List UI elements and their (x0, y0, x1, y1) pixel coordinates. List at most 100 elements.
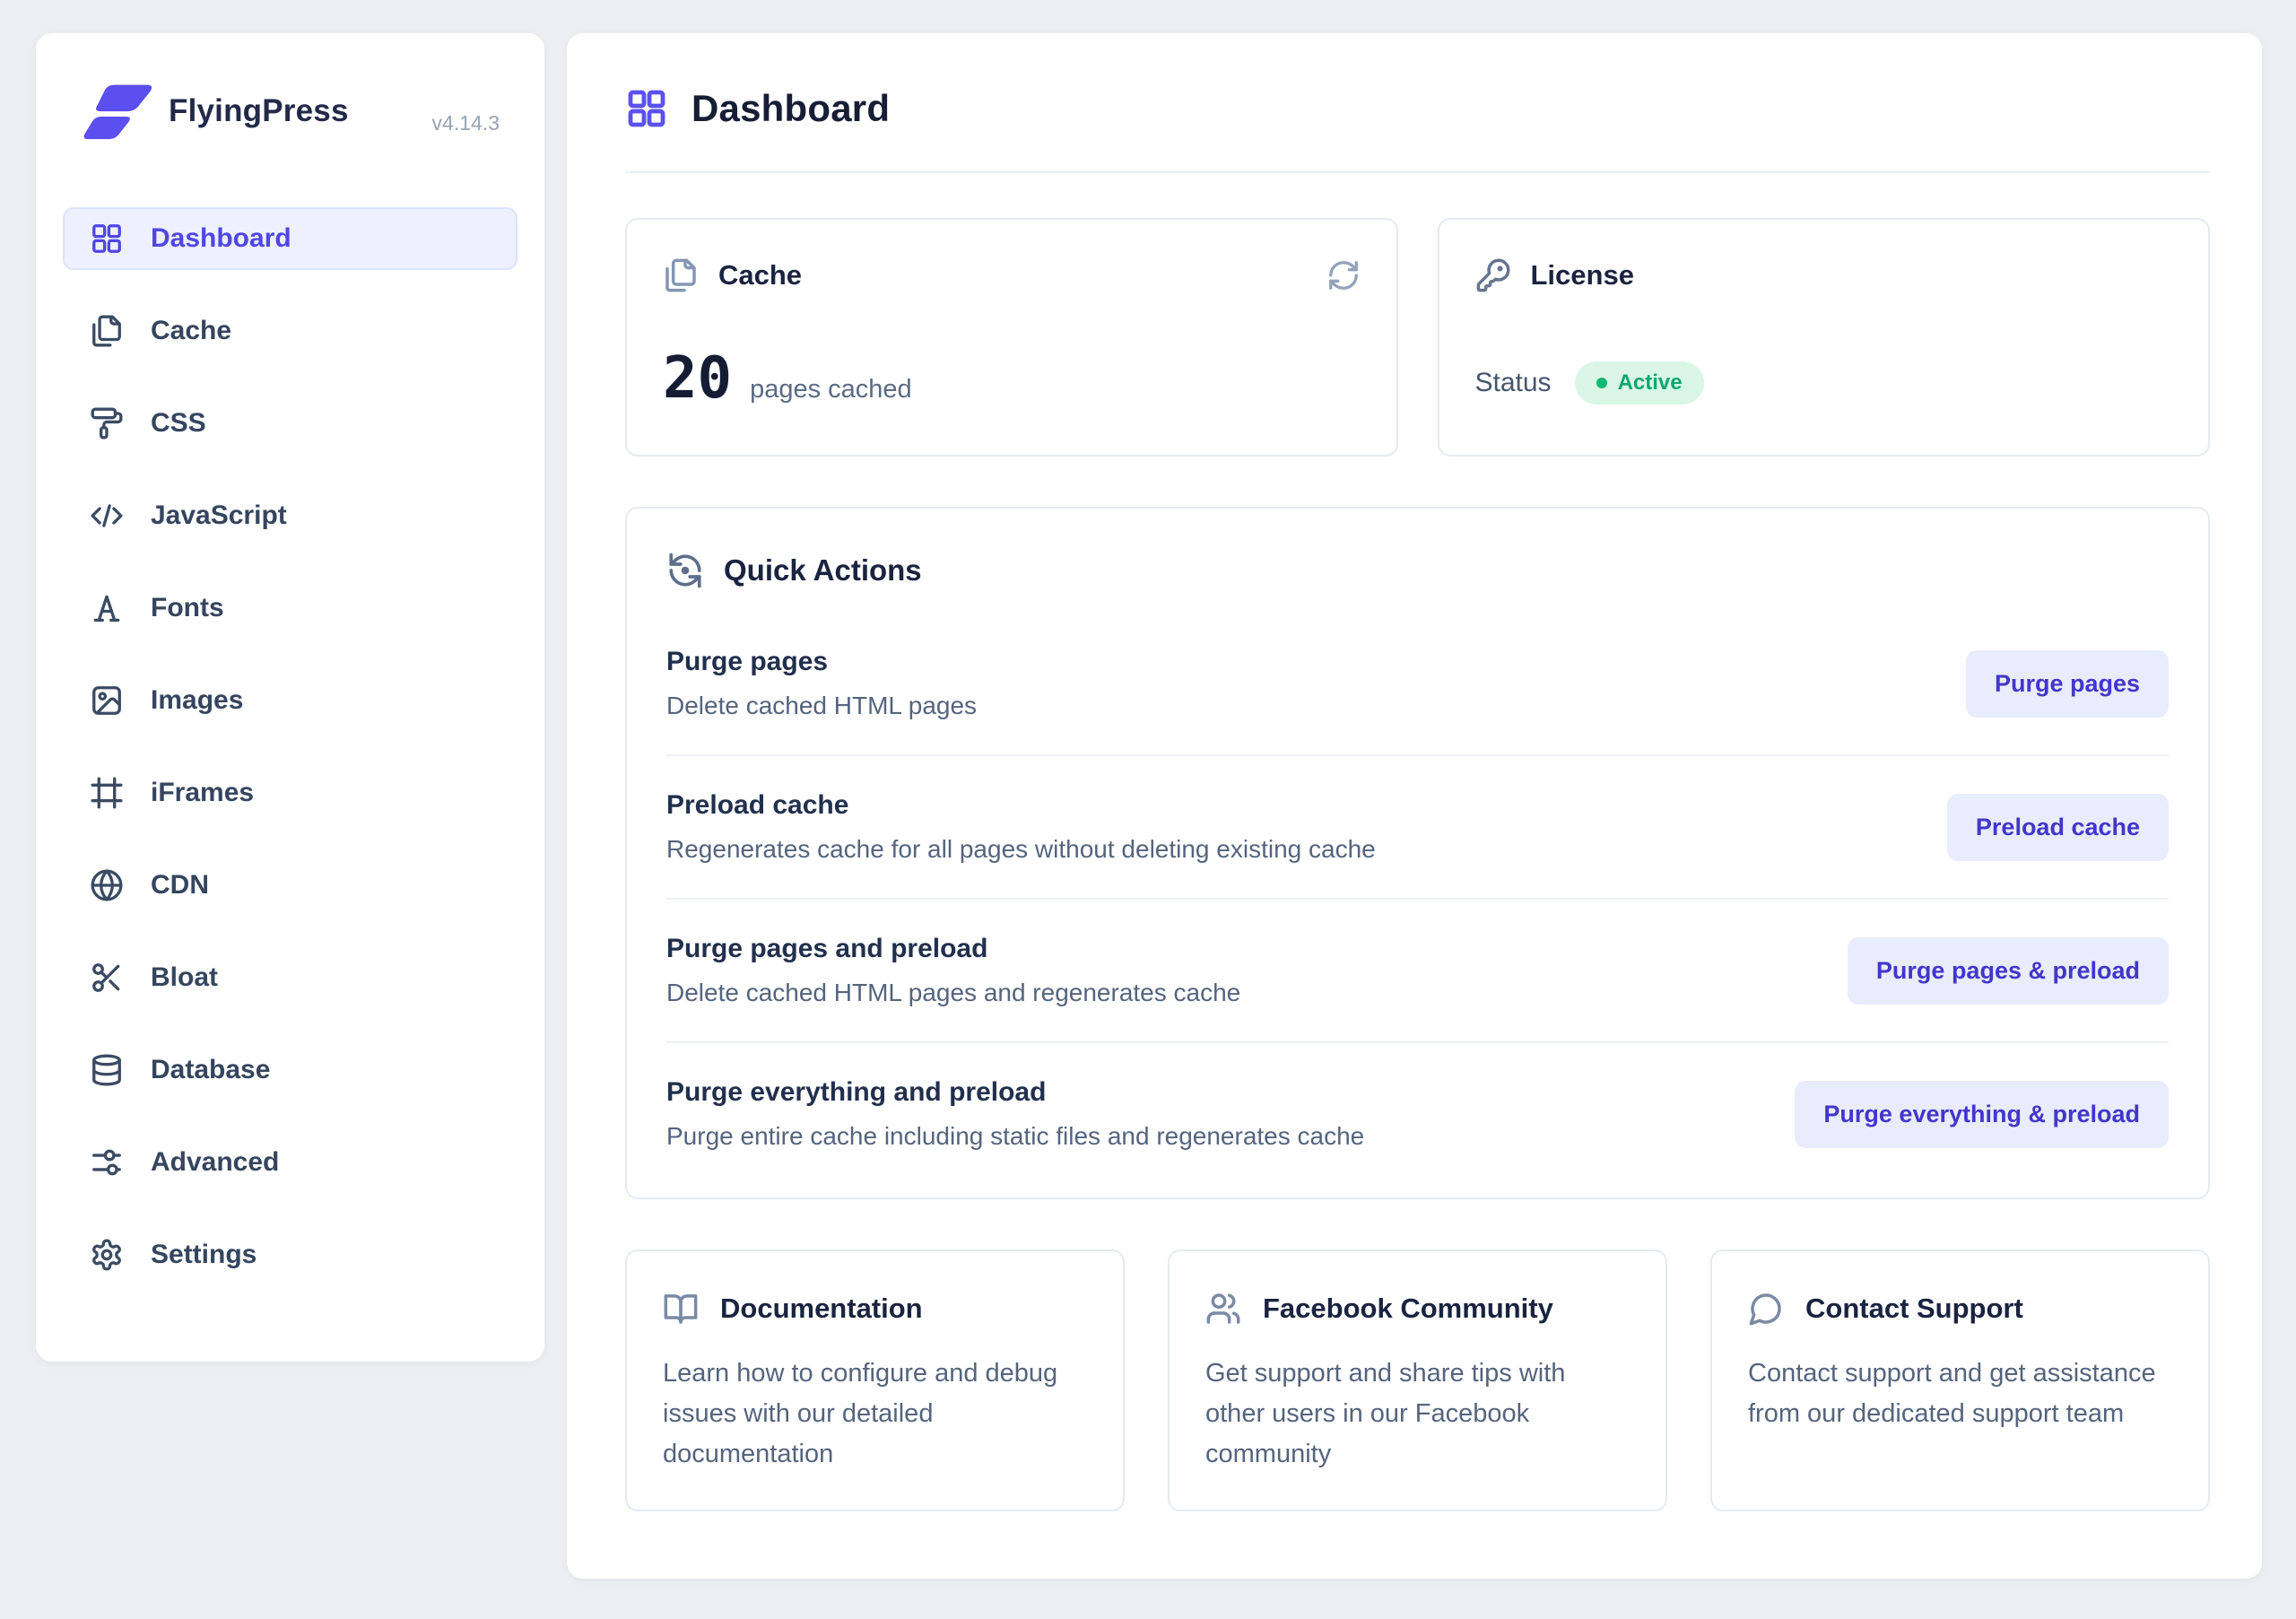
sidebar-item-label: iFrames (151, 778, 255, 807)
page-title: Dashboard (691, 87, 891, 129)
license-card-title: License (1530, 259, 1634, 291)
status-dot-icon (1596, 378, 1607, 388)
sidebar-item-label: Images (151, 685, 244, 715)
flyingpress-logo-icon (81, 83, 156, 140)
purge-everything-preload-button[interactable]: Purge everything & preload (1795, 1080, 2169, 1148)
license-card-header: License (1475, 257, 2173, 293)
chat-bubble-icon (1748, 1291, 1784, 1327)
sidebar-nav: Dashboard Cache CSS JavaScript Fonts Ima… (63, 207, 517, 1286)
qa-row-description: Delete cached HTML pages and regenerates… (666, 979, 1241, 1006)
main-panel: Dashboard Cache 20 pages cached License … (567, 33, 2262, 1579)
pages-icon (663, 257, 699, 293)
sidebar-item-label: Settings (151, 1240, 257, 1269)
scissors-icon (90, 961, 124, 995)
qa-row-purge-pages: Purge pages Delete cached HTML pages Pur… (666, 613, 2169, 756)
qa-row-purge-everything-preload: Purge everything and preload Purge entir… (666, 1043, 2169, 1185)
purge-pages-preload-button[interactable]: Purge pages & preload (1847, 936, 2169, 1005)
globe-icon (90, 868, 124, 902)
contact-support-card[interactable]: Contact Support Contact support and get … (1710, 1249, 2210, 1511)
qa-row-title: Purge pages (666, 647, 829, 676)
book-open-icon (663, 1291, 699, 1327)
sidebar-item-settings[interactable]: Settings (63, 1223, 517, 1286)
paint-roller-icon (90, 406, 124, 440)
purge-pages-button[interactable]: Purge pages (1965, 649, 2169, 718)
contact-support-card-header: Contact Support (1748, 1291, 2172, 1327)
page-layout: FlyingPress v4.14.3 Dashboard Cache CSS … (0, 0, 2296, 1619)
contact-support-description: Contact support and get assistance from … (1748, 1359, 2156, 1428)
sidebar-item-label: JavaScript (151, 500, 287, 530)
documentation-description: Learn how to configure and debug issues … (663, 1359, 1058, 1468)
contact-support-title: Contact Support (1805, 1293, 2023, 1324)
facebook-community-card[interactable]: Facebook Community Get support and share… (1168, 1249, 1667, 1511)
facebook-community-card-header: Facebook Community (1205, 1291, 1630, 1327)
license-card: License Status Active (1437, 218, 2210, 457)
cache-count-value: 20 (663, 345, 733, 412)
qa-row-description: Purge entire cache including static file… (666, 1122, 1365, 1150)
sidebar-item-advanced[interactable]: Advanced (63, 1131, 517, 1194)
users-icon (1205, 1291, 1241, 1327)
quick-actions-header: Quick Actions (666, 552, 2169, 589)
facebook-community-title: Facebook Community (1263, 1293, 1553, 1324)
key-icon (1475, 257, 1511, 293)
sliders-icon (90, 1145, 124, 1179)
top-cards: Cache 20 pages cached License Status Act… (625, 218, 2210, 457)
qa-row-description: Delete cached HTML pages (666, 692, 978, 719)
sidebar-item-label: CSS (151, 408, 206, 438)
header-divider (625, 171, 2210, 173)
refresh-dot-icon (666, 552, 704, 589)
sidebar-item-label: Cache (151, 316, 232, 345)
cache-card-title: Cache (718, 259, 803, 291)
sidebar-item-database[interactable]: Database (63, 1039, 517, 1101)
qa-row-texts: Purge everything and preload Purge entir… (666, 1077, 1364, 1151)
qa-row-texts: Purge pages and preload Delete cached HT… (666, 934, 1240, 1007)
license-status-value: Active (1617, 370, 1683, 395)
qa-row-title: Preload cache (666, 790, 849, 820)
sidebar: FlyingPress v4.14.3 Dashboard Cache CSS … (36, 33, 544, 1362)
sidebar-item-label: Fonts (151, 593, 224, 622)
refresh-icon[interactable] (1326, 258, 1361, 292)
app-name: FlyingPress (169, 93, 349, 128)
cache-count-row: 20 pages cached (663, 345, 1361, 412)
app-version: v4.14.3 (431, 111, 500, 135)
license-status-row: Status Active (1475, 361, 2173, 405)
grid-icon (90, 222, 124, 256)
sidebar-item-bloat[interactable]: Bloat (63, 946, 517, 1009)
image-icon (90, 683, 124, 718)
quick-actions-rows: Purge pages Delete cached HTML pages Pur… (666, 613, 2169, 1185)
cache-count-unit: pages cached (750, 375, 912, 404)
documentation-card[interactable]: Documentation Learn how to configure and… (625, 1249, 1125, 1511)
license-status-label: Status (1474, 368, 1552, 397)
pages-icon (90, 314, 124, 348)
preload-cache-button[interactable]: Preload cache (1946, 793, 2169, 861)
documentation-card-header: Documentation (663, 1291, 1087, 1327)
documentation-title: Documentation (720, 1293, 923, 1324)
gear-icon (90, 1238, 124, 1272)
qa-row-preload-cache: Preload cache Regenerates cache for all … (666, 756, 2169, 900)
code-icon (90, 499, 124, 533)
qa-row-title: Purge everything and preload (666, 1077, 1047, 1107)
cache-card: Cache 20 pages cached (625, 218, 1398, 457)
sidebar-item-javascript[interactable]: JavaScript (63, 484, 517, 547)
grid-icon (625, 87, 668, 130)
logo-row: FlyingPress v4.14.3 (63, 83, 517, 140)
sidebar-item-iframes[interactable]: iFrames (63, 762, 517, 824)
sidebar-item-label: Dashboard (151, 223, 291, 253)
sidebar-item-fonts[interactable]: Fonts (63, 577, 517, 640)
cache-card-header: Cache (663, 257, 1361, 293)
letter-a-icon (90, 591, 124, 625)
facebook-community-description: Get support and share tips with other us… (1205, 1359, 1566, 1468)
sidebar-item-cdn[interactable]: CDN (63, 854, 517, 917)
qa-row-description: Regenerates cache for all pages without … (666, 835, 1376, 863)
sidebar-item-css[interactable]: CSS (63, 392, 517, 455)
frame-icon (90, 776, 124, 810)
help-cards: Documentation Learn how to configure and… (625, 1249, 2210, 1511)
sidebar-item-label: Advanced (151, 1147, 280, 1177)
database-icon (90, 1053, 124, 1087)
sidebar-item-dashboard[interactable]: Dashboard (63, 207, 517, 270)
sidebar-item-cache[interactable]: Cache (63, 300, 517, 362)
qa-row-purge-pages-preload: Purge pages and preload Delete cached HT… (666, 900, 2169, 1043)
qa-row-title: Purge pages and preload (666, 934, 988, 963)
qa-row-texts: Purge pages Delete cached HTML pages (666, 647, 977, 720)
quick-actions-title: Quick Actions (724, 553, 922, 587)
sidebar-item-images[interactable]: Images (63, 669, 517, 732)
